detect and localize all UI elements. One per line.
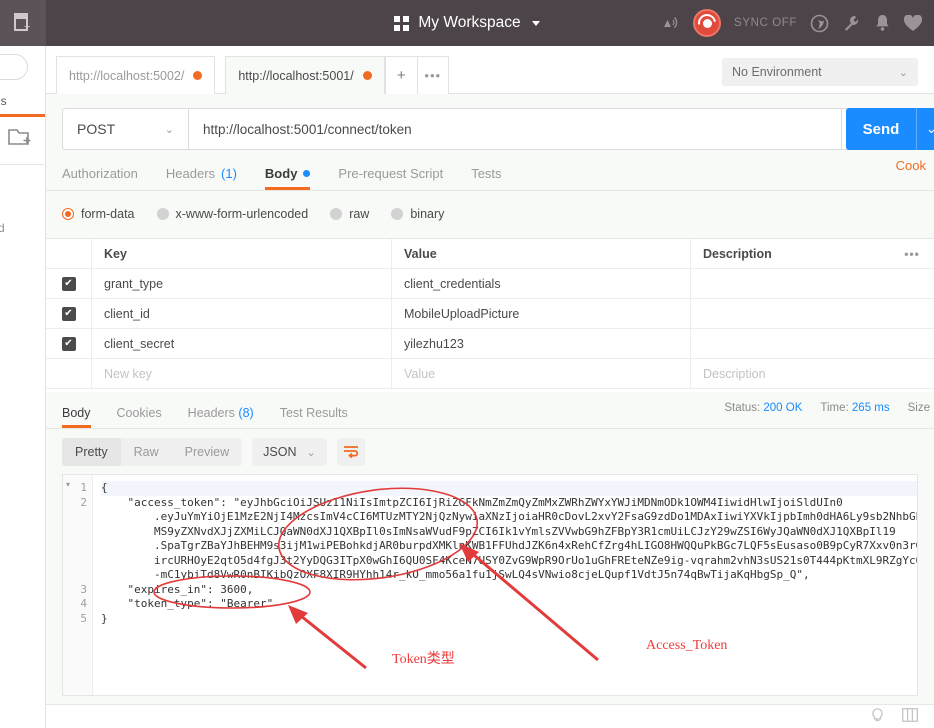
annotation-arrow-access-token-head [459, 543, 479, 562]
annotation-overlay [0, 0, 934, 728]
annotation-arrow-access-token-line [468, 550, 598, 660]
annotation-arrow-token-type-line [296, 612, 366, 668]
annotation-ellipse-access-token [273, 477, 483, 592]
postman-window: + My Workspace SY [0, 0, 934, 728]
annotation-ellipse-token-type [154, 576, 310, 608]
annotation-access-token-label: Access_Token [646, 638, 727, 654]
annotation-arrow-token-type-head [288, 605, 308, 624]
annotation-token-type-label: Token类型 [392, 648, 455, 668]
